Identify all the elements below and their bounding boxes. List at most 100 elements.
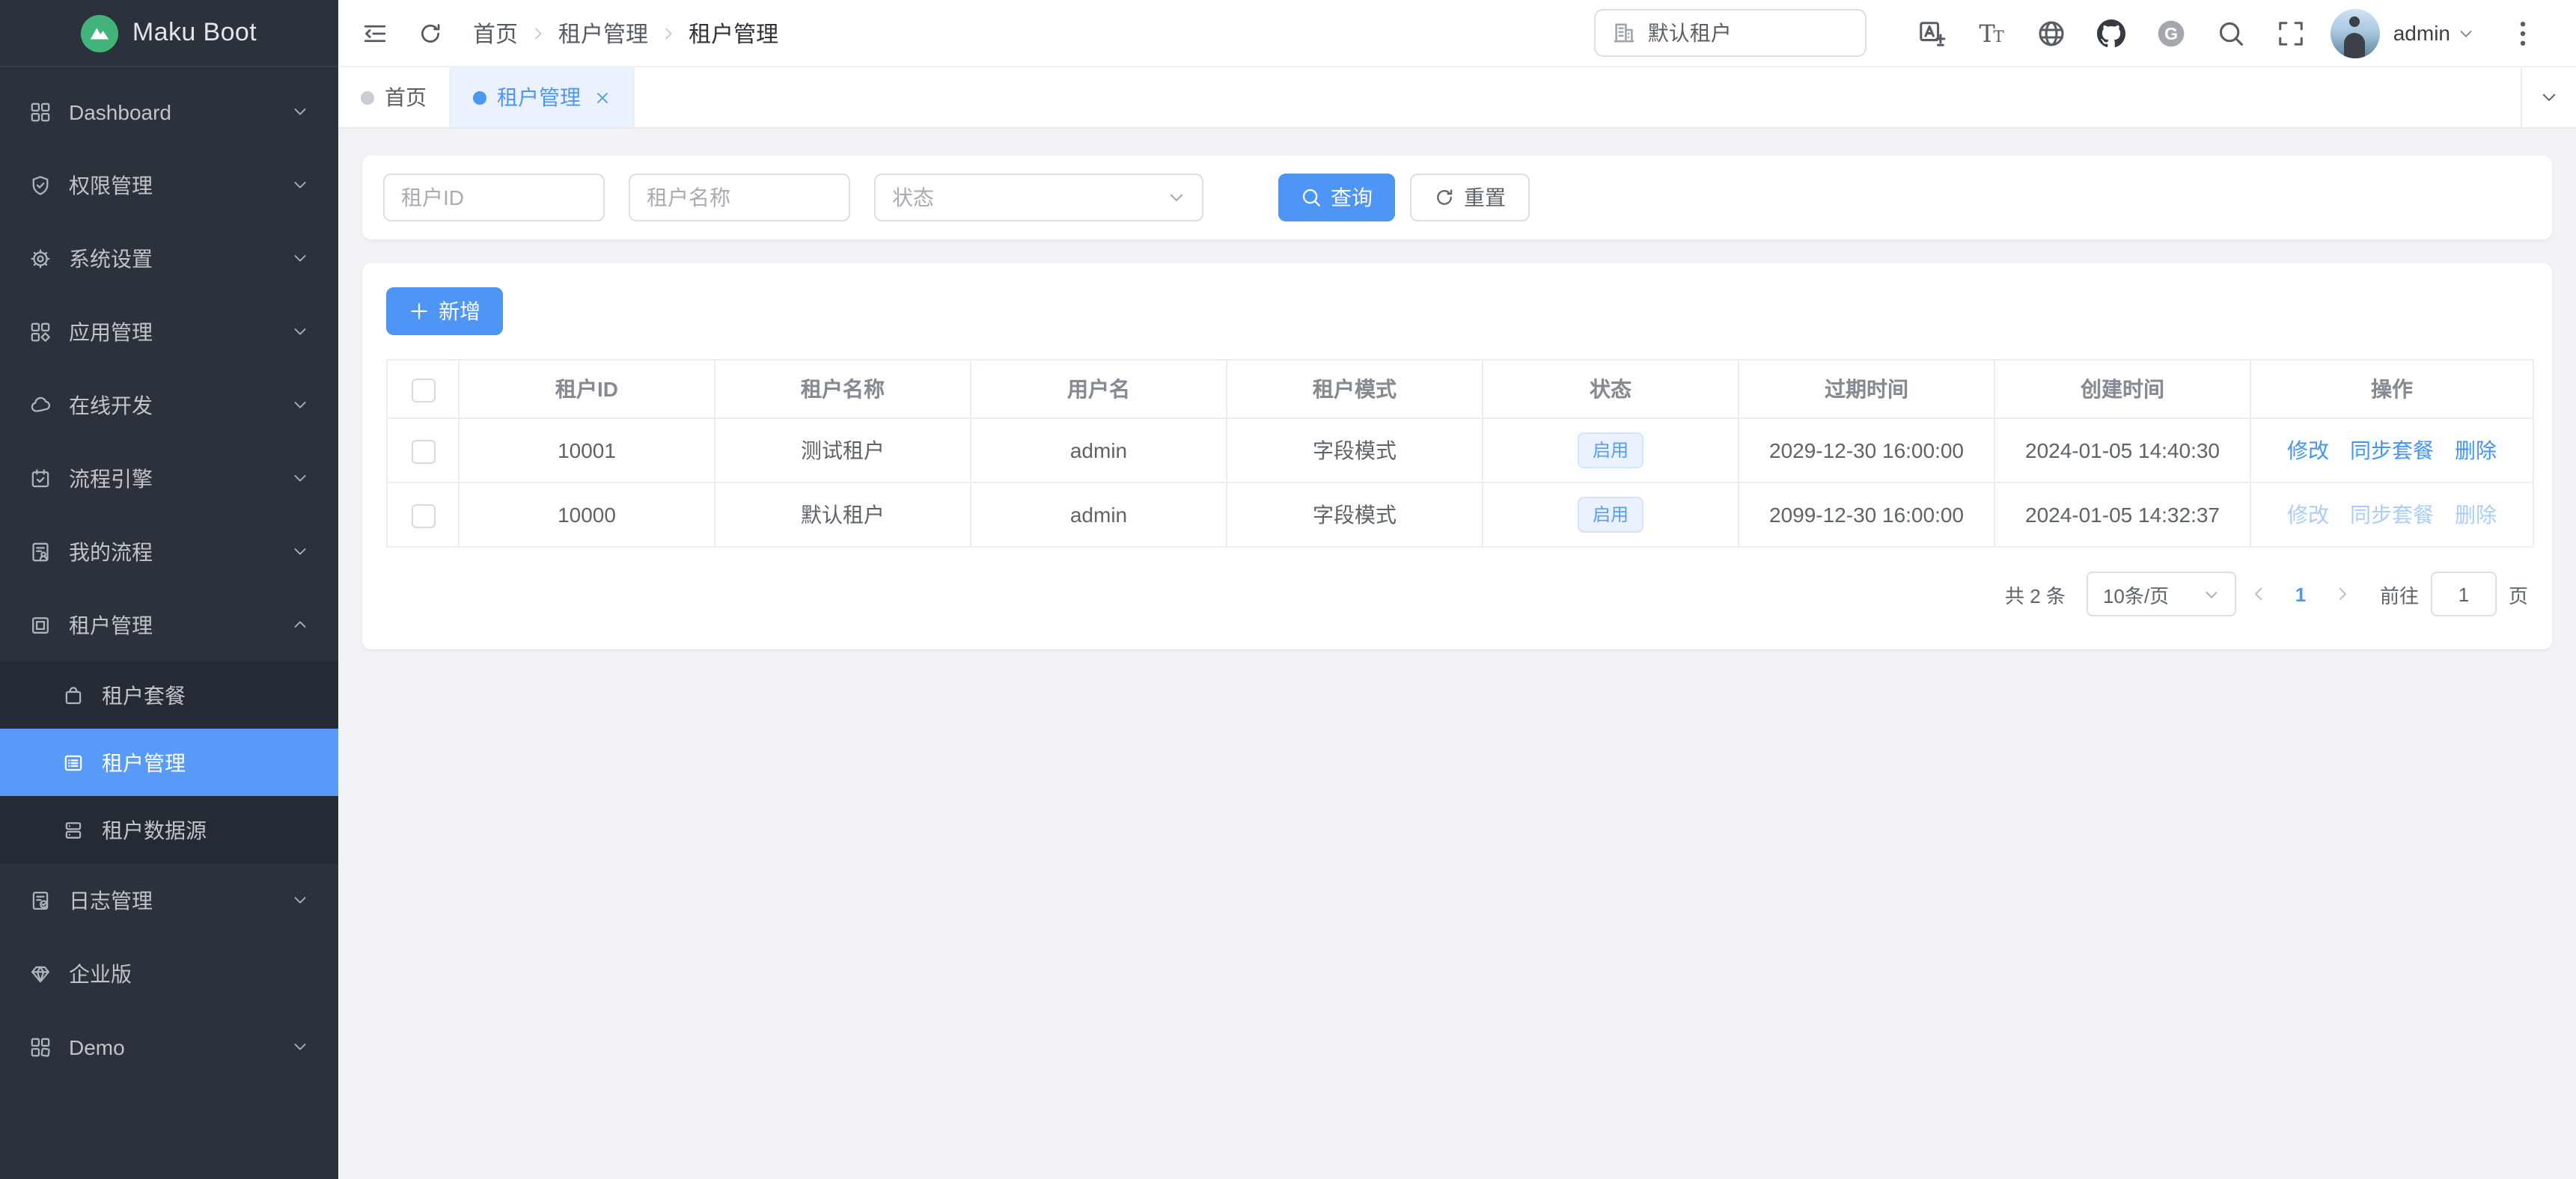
column-header: 过期时间 [1739, 360, 1994, 418]
status-select[interactable]: 状态 [874, 174, 1203, 221]
chevron-down-icon [292, 323, 308, 340]
tabbar-spacer [635, 67, 2521, 127]
font-size-button[interactable]: TT [1962, 3, 2022, 63]
refresh-icon[interactable] [418, 20, 443, 46]
add-button-label: 新增 [439, 296, 480, 326]
cell-tenant-id: 10000 [459, 483, 715, 547]
goto-page-input[interactable] [2431, 572, 2497, 616]
chevron-left-icon [2250, 585, 2268, 603]
chevron-down-icon[interactable] [2458, 25, 2474, 41]
row-checkbox[interactable] [411, 439, 435, 463]
tenant-name-input[interactable] [629, 174, 850, 221]
search-button[interactable]: 查询 [1278, 174, 1395, 221]
sidebar-item-tenant[interactable]: 租户管理 [0, 588, 338, 661]
cell-status: 启用 [1483, 483, 1739, 547]
close-icon[interactable] [594, 89, 611, 105]
tab-item[interactable]: 首页 [338, 67, 451, 127]
tenant-select[interactable]: 默认租户 [1594, 9, 1867, 57]
topbar-right: 默认租户 TT G admin [1594, 3, 2552, 63]
globe-button[interactable] [2022, 3, 2082, 63]
row-checkbox[interactable] [411, 378, 435, 402]
sidebar-item-tenant-datasource[interactable]: 租户数据源 [0, 796, 338, 863]
sidebar-item-my-flow[interactable]: 我的流程 [0, 515, 338, 588]
column-header: 租户模式 [1227, 360, 1483, 418]
chevron-right-icon [2334, 585, 2351, 603]
cell-username: admin [971, 483, 1227, 547]
delete-link[interactable]: 删除 [2455, 503, 2497, 527]
sidebar-item-auth[interactable]: 权限管理 [0, 148, 338, 221]
breadcrumb-item[interactable]: 租户管理 [558, 17, 648, 49]
sidebar-item-label: 租户管理 [102, 747, 308, 777]
tab-dot [473, 91, 486, 104]
sidebar-item-enterprise[interactable]: 企业版 [0, 937, 338, 1010]
sidebar-submenu-tenant: 租户套餐租户管理租户数据源 [0, 661, 338, 863]
chevron-right-icon [660, 25, 677, 41]
sidebar-item-label: Demo [69, 1035, 292, 1059]
user-name[interactable]: admin [2393, 21, 2450, 45]
column-header: 租户名称 [715, 360, 971, 418]
settings-more-button[interactable] [2492, 3, 2552, 63]
sidebar-item-system[interactable]: 系统设置 [0, 221, 338, 295]
collapse-sidebar-icon[interactable] [362, 20, 388, 46]
apps-icon [30, 321, 51, 342]
prev-page-button[interactable] [2236, 572, 2281, 616]
cell-tenant-id: 10001 [459, 418, 715, 483]
sidebar-item-label: Dashboard [69, 99, 292, 123]
sidebar-item-dashboard[interactable]: Dashboard [0, 75, 338, 148]
avatar[interactable] [2331, 8, 2380, 58]
sync-package-link[interactable]: 同步套餐 [2350, 438, 2434, 462]
table-row: 10000默认租户admin字段模式启用2099-12-30 16:00:002… [387, 483, 2533, 547]
search-button[interactable] [2202, 3, 2262, 63]
sidebar-item-label: 我的流程 [69, 536, 292, 566]
breadcrumb-item[interactable]: 首页 [473, 17, 518, 49]
translate-button[interactable] [1902, 3, 1962, 63]
next-page-button[interactable] [2320, 572, 2365, 616]
sidebar-item-label: 租户数据源 [102, 815, 308, 845]
cell-actions: 修改同步套餐删除 [2250, 418, 2533, 483]
filter-card: 状态 查询 重置 [362, 156, 2552, 239]
add-button[interactable]: 新增 [386, 287, 503, 335]
tabs: 首页租户管理 [338, 67, 635, 127]
cell-status: 启用 [1483, 418, 1739, 483]
row-checkbox-cell [387, 360, 459, 418]
chevron-down-icon [292, 1038, 308, 1055]
sidebar-item-label: 流程引擎 [69, 463, 292, 493]
delete-link[interactable]: 删除 [2455, 438, 2497, 462]
app-logo[interactable]: Maku Boot [0, 0, 338, 67]
cloud-icon [30, 394, 51, 415]
sync-package-link[interactable]: 同步套餐 [2350, 503, 2434, 527]
content: 状态 查询 重置 新增 [338, 129, 2576, 1179]
cell-tenant-name: 测试租户 [715, 418, 971, 483]
sidebar-item-log[interactable]: 日志管理 [0, 863, 338, 937]
chevron-right-icon [530, 25, 546, 41]
reset-button[interactable]: 重置 [1410, 174, 1530, 221]
sidebar-item-tenant-manage[interactable]: 租户管理 [0, 729, 338, 796]
page-number[interactable]: 1 [2281, 583, 2320, 605]
reset-button-label: 重置 [1464, 183, 1506, 212]
table-toolbar: 新增 [386, 287, 2528, 335]
diamond-icon [30, 963, 51, 984]
page-size-select[interactable]: 10条/页 [2087, 572, 2236, 616]
chevron-down-icon [292, 892, 308, 908]
sidebar-item-tenant-package[interactable]: 租户套餐 [0, 661, 338, 729]
fullscreen-button[interactable] [2262, 3, 2322, 63]
gitee-button[interactable]: G [2142, 3, 2202, 63]
column-header: 租户ID [459, 360, 715, 418]
sidebar-item-flow-engine[interactable]: 流程引擎 [0, 441, 338, 515]
edit-link[interactable]: 修改 [2287, 438, 2329, 462]
edit-link[interactable]: 修改 [2287, 503, 2329, 527]
status-badge: 启用 [1578, 432, 1643, 468]
sidebar-item-label: 企业版 [69, 958, 308, 988]
pagination-total: 共 2 条 [2005, 580, 2066, 608]
sidebar-item-label: 租户套餐 [102, 680, 308, 710]
row-checkbox[interactable] [411, 503, 435, 527]
sidebar-item-demo[interactable]: Demo [0, 1010, 338, 1083]
tab-dropdown-button[interactable] [2521, 67, 2576, 127]
cell-expire-time: 2029-12-30 16:00:00 [1739, 418, 1994, 483]
chevron-down-icon [1168, 189, 1185, 206]
tab-active[interactable]: 租户管理 [451, 67, 635, 127]
sidebar-item-apps[interactable]: 应用管理 [0, 295, 338, 368]
github-button[interactable] [2082, 3, 2142, 63]
tenant-id-input[interactable] [383, 174, 605, 221]
sidebar-item-online-dev[interactable]: 在线开发 [0, 368, 338, 441]
